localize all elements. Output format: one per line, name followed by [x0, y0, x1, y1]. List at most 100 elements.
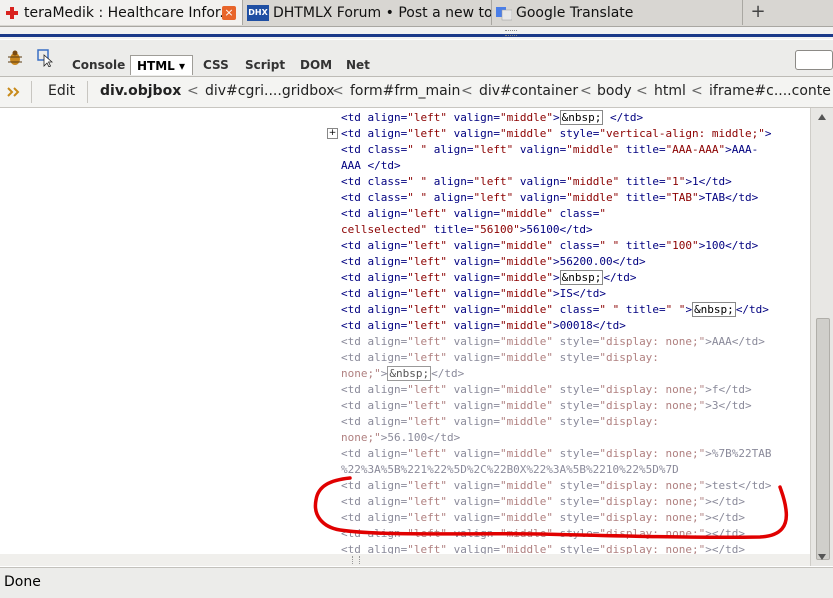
tag-text: style=: [552, 511, 600, 524]
tag-text: align=: [367, 303, 408, 316]
tab-teramedik[interactable]: teraMedik : Healthcare Infor... ×: [0, 0, 243, 25]
breadcrumb-item-body[interactable]: body: [597, 83, 632, 99]
tag-text: align=: [367, 255, 408, 268]
tag-text: align=: [367, 239, 408, 252]
tag-text: style=: [552, 479, 600, 492]
edit-button[interactable]: Edit: [48, 83, 75, 99]
tag-text: <td: [341, 447, 368, 460]
attr-value: " ": [407, 175, 428, 188]
attr-value: "middle": [499, 303, 553, 316]
html-tree-line[interactable]: <td align="left" valign="middle" style="…: [341, 478, 772, 494]
html-tree-line[interactable]: none;"> &nbsp; </td>: [341, 366, 464, 382]
html-tree-line[interactable]: cellselected" title="56100">56100</td>: [341, 222, 593, 238]
tag-text: >IS</td>: [552, 287, 606, 300]
attr-value: none;": [341, 367, 381, 380]
html-tree-line[interactable]: <td class=" " align="left" valign="middl…: [341, 174, 732, 190]
html-tree-line[interactable]: <td align="left" valign="middle" style="…: [341, 126, 772, 142]
tag-text: ></td>: [705, 527, 746, 540]
tag-text: <td: [341, 191, 368, 204]
attr-value: "display: none;": [599, 511, 706, 524]
html-tree-line[interactable]: %22%3A%5B%221%22%5D%2C%22B0X%22%3A%5B%22…: [341, 462, 679, 478]
attr-value: "middle": [499, 511, 553, 524]
tab-label: Google Translate: [516, 4, 634, 21]
breadcrumb-item-objbox[interactable]: div.objbox: [100, 83, 181, 99]
firebug-bug-icon[interactable]: [6, 49, 24, 67]
html-tree-line[interactable]: <td align="left" valign="middle" class=": [341, 206, 606, 222]
tab-dhtmlx-forum[interactable]: DHX DHTMLX Forum • Post a new to...: [243, 0, 492, 25]
attr-value: "display: none;": [599, 447, 706, 460]
split-panel-icon[interactable]: [6, 85, 20, 99]
attr-value: "100": [665, 239, 699, 252]
resize-grip-icon[interactable]: [505, 30, 517, 36]
html-tree-line[interactable]: <td align="left" valign="middle">IS</td>: [341, 286, 606, 302]
attr-value: "middle": [499, 335, 553, 348]
tag-text: >00018</td>: [552, 319, 626, 332]
html-tree-line[interactable]: <td class=" " align="left" valign="middl…: [341, 190, 758, 206]
html-tree-line[interactable]: <td align="left" valign="middle" style="…: [341, 350, 659, 366]
html-tree-line[interactable]: <td align="left" valign="middle"> &nbsp; …: [341, 110, 643, 126]
attr-value: "56100": [473, 223, 520, 236]
breadcrumb-separator: <: [332, 83, 344, 99]
new-tab-button[interactable]: +: [748, 2, 768, 22]
html-tree-line[interactable]: <td class=" " align="left" valign="middl…: [341, 142, 758, 158]
html-tree-line[interactable]: none;">56.100</td>: [341, 430, 460, 446]
tab-net[interactable]: Net: [340, 55, 376, 75]
html-tree-line[interactable]: AAA </td>: [341, 158, 401, 174]
attr-value: "middle": [499, 207, 553, 220]
chevron-down-icon[interactable]: ▾: [179, 59, 185, 73]
html-tree-line[interactable]: <td align="left" valign="middle" style="…: [341, 494, 745, 510]
resize-grip-icon[interactable]: [352, 556, 360, 564]
html-tree-line[interactable]: <td align="left" valign="middle">56200.0…: [341, 254, 646, 270]
tag-text: >test</td>: [705, 479, 772, 492]
scroll-down-icon[interactable]: [818, 554, 826, 560]
html-tree-line[interactable]: <td align="left" valign="middle" style="…: [341, 382, 752, 398]
vertical-scrollbar[interactable]: [810, 108, 833, 566]
attr-value: "middle": [566, 143, 620, 156]
tag-text: ></td>: [705, 495, 746, 508]
html-tree-line[interactable]: <td align="left" valign="middle" style="…: [341, 334, 765, 350]
tag-text: valign=: [513, 143, 567, 156]
html-tree-line[interactable]: <td align="left" valign="middle" style="…: [341, 526, 745, 542]
breadcrumb-item-container[interactable]: div#container: [479, 83, 578, 99]
horizontal-scrollbar[interactable]: [0, 554, 810, 566]
tag-text: >AAA-: [725, 143, 759, 156]
scroll-up-icon[interactable]: [818, 114, 826, 120]
scrollbar-thumb[interactable]: [816, 318, 830, 560]
tag-text: align=: [367, 271, 408, 284]
inspect-pointer-icon[interactable]: [37, 49, 54, 68]
tag-text: title=: [619, 143, 666, 156]
tab-google-translate[interactable]: Google Translate: [492, 0, 743, 25]
html-tree-line[interactable]: <td align="left" valign="middle" style="…: [341, 446, 772, 462]
html-tree-line[interactable]: <td align="left" valign="middle" style="…: [341, 414, 659, 430]
breadcrumb-item-iframe[interactable]: iframe#c....conte: [709, 83, 831, 99]
tag-text: valign=: [447, 399, 500, 412]
breadcrumb-separator: <: [691, 83, 703, 99]
tag-text: >AAA</td>: [705, 335, 765, 348]
breadcrumb-item-gridbox[interactable]: div#cgri....gridbox: [205, 83, 335, 99]
attr-value: "display:: [599, 351, 659, 364]
breadcrumb-item-html[interactable]: html: [654, 83, 686, 99]
tab-console[interactable]: Console: [66, 55, 131, 75]
attr-value: none;": [341, 431, 381, 444]
html-tree-line[interactable]: <td align="left" valign="middle"> &nbsp; <…: [341, 270, 636, 286]
tag-text: </td>: [603, 271, 637, 284]
tab-css[interactable]: CSS: [197, 55, 235, 75]
html-tree-line[interactable]: <td align="left" valign="middle" class="…: [341, 238, 758, 254]
html-tree-line[interactable]: <td align="left" valign="middle" style="…: [341, 510, 745, 526]
tab-html-label: HTML: [137, 59, 175, 73]
tag-text: AAA </td>: [341, 159, 401, 172]
tab-html[interactable]: HTML ▾: [130, 55, 193, 75]
tab-script[interactable]: Script: [239, 55, 291, 75]
tag-text: valign=: [447, 351, 500, 364]
html-tree-line[interactable]: <td align="left" valign="middle" style="…: [341, 398, 752, 414]
html-tree-line[interactable]: <td align="left" valign="middle" class="…: [341, 302, 769, 318]
html-tree-line[interactable]: <td align="left" valign="middle">00018</…: [341, 318, 626, 334]
expand-node-icon[interactable]: +: [327, 128, 338, 139]
close-tab-icon[interactable]: ×: [222, 5, 236, 20]
breadcrumb-item-form[interactable]: form#frm_main: [350, 83, 460, 99]
tag-text: <td: [341, 527, 368, 540]
attr-value: " ": [407, 191, 428, 204]
tag-text: align=: [367, 287, 408, 300]
firebug-search-input[interactable]: [795, 50, 833, 70]
tab-dom[interactable]: DOM: [294, 55, 338, 75]
